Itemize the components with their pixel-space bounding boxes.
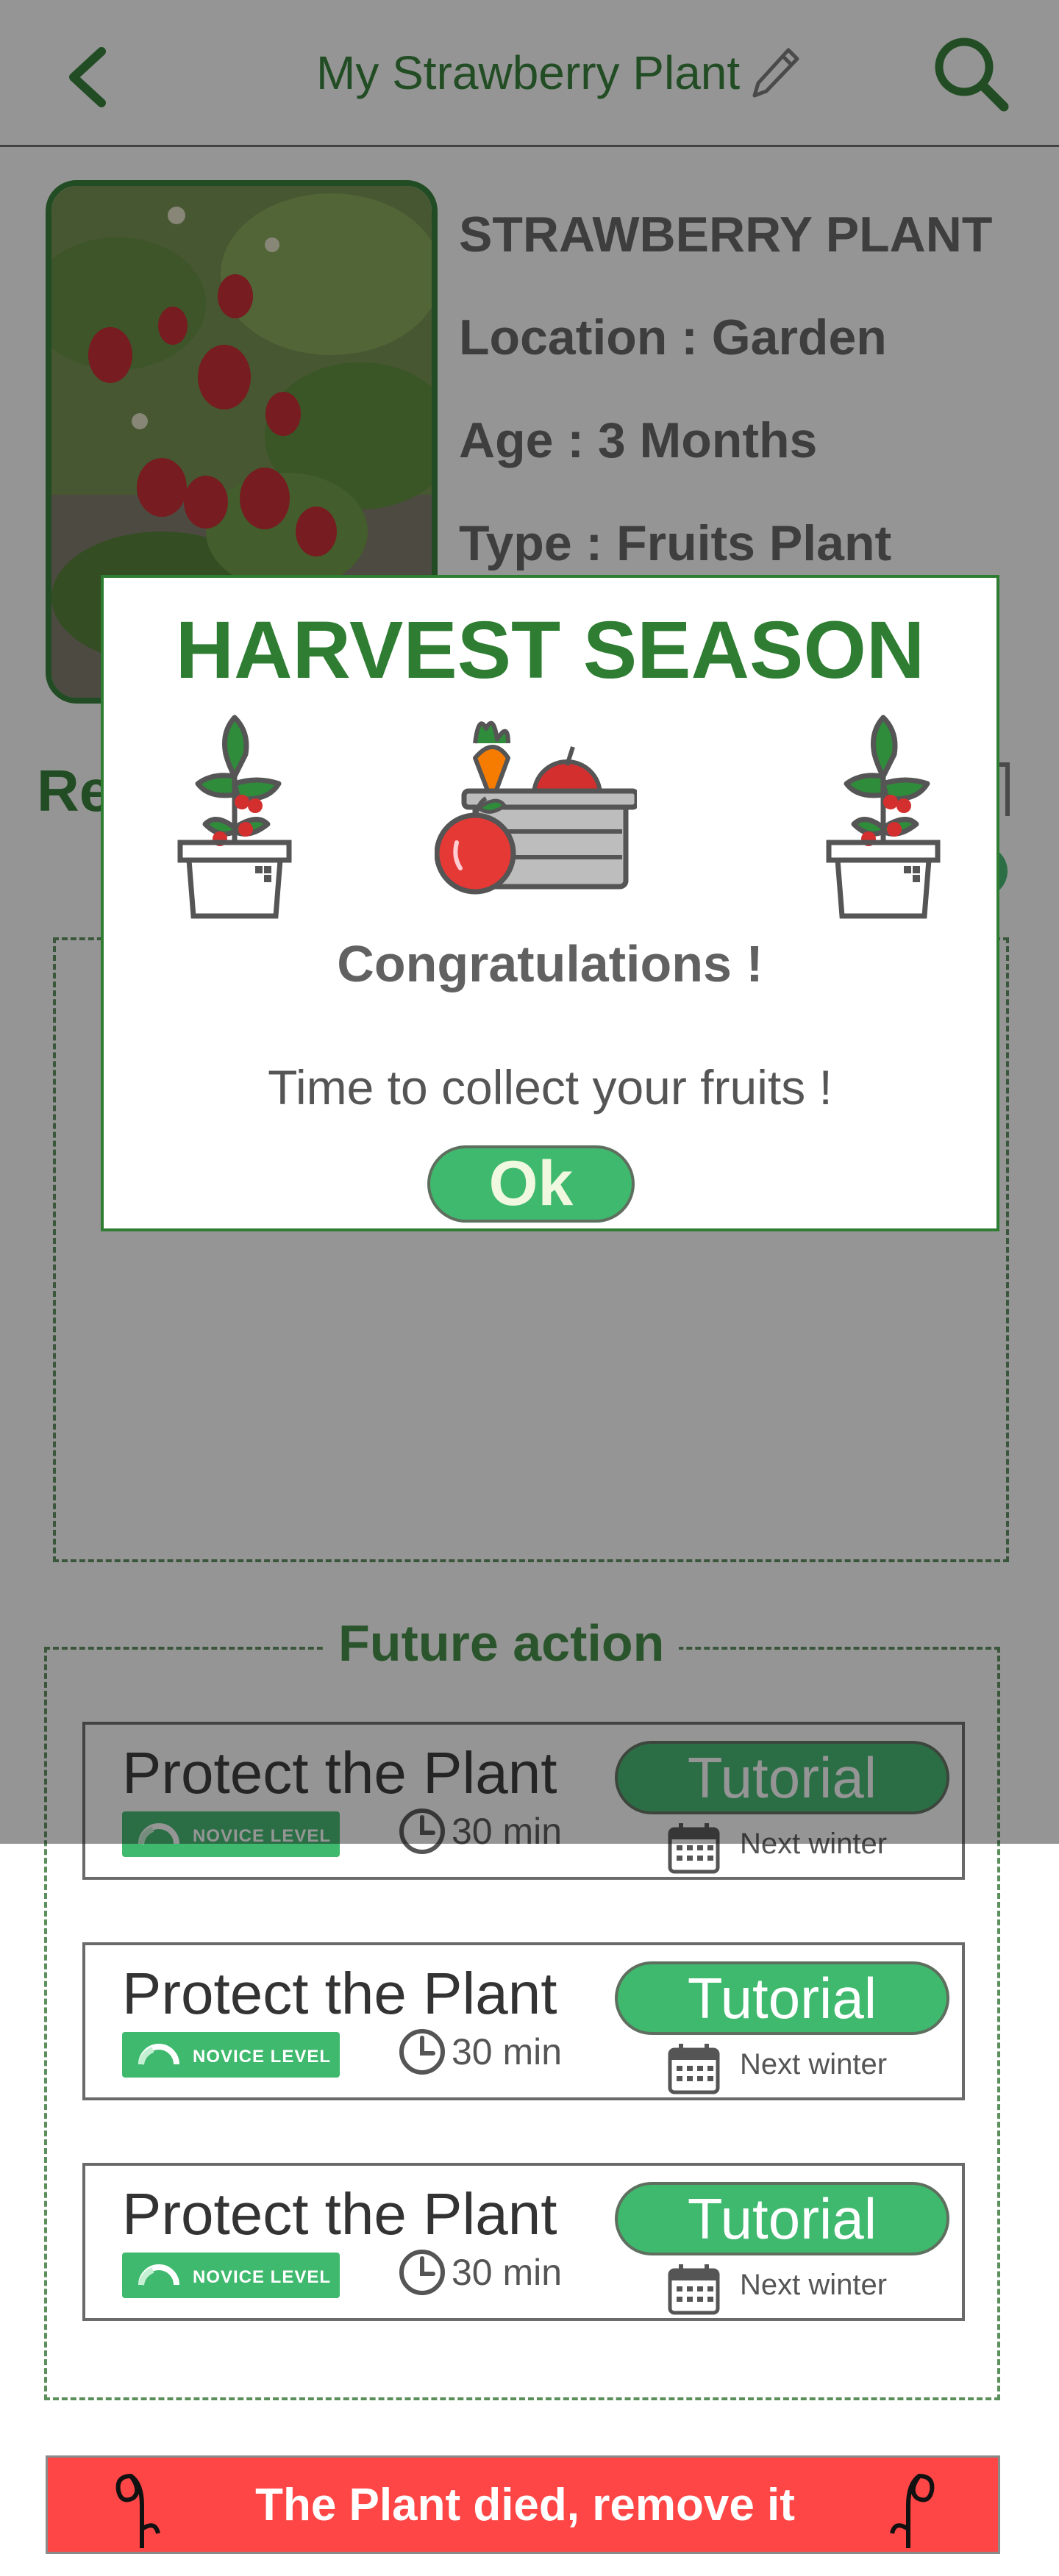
harvest-modal: HARVEST SEASON Congratulations ! Time to… <box>101 575 999 1231</box>
when-text: Next winter <box>740 2269 888 2301</box>
duration-text: 30 min <box>452 2031 563 2072</box>
calendar-icon <box>668 2264 720 2315</box>
potted-plant-icon <box>177 715 292 919</box>
level-badge: NOVICE LEVEL <box>122 2253 340 2298</box>
level-text: NOVICE LEVEL <box>193 2267 332 2287</box>
tutorial-button[interactable]: Tutorial <box>615 1961 949 2035</box>
remove-plant-button[interactable]: The Plant died, remove it <box>46 2455 1000 2554</box>
action-title: Protect the Plant <box>122 1961 557 2026</box>
clock-icon <box>399 2250 445 2295</box>
tutorial-button[interactable]: Tutorial <box>615 2182 949 2255</box>
action-title: Protect the Plant <box>122 2181 557 2247</box>
remove-plant-label: The Plant died, remove it <box>255 2480 795 2530</box>
harvest-basket-icon <box>435 720 637 895</box>
level-gauge-icon <box>138 2264 179 2286</box>
when-text: Next winter <box>740 2048 888 2081</box>
level-gauge-icon <box>138 2044 179 2065</box>
level-text: NOVICE LEVEL <box>193 2047 332 2067</box>
clock-icon <box>399 2029 445 2075</box>
congrats-text: Congratulations ! <box>337 935 763 992</box>
action-card: Protect the Plant NOVICE LEVEL 30 min Tu… <box>82 1942 965 2100</box>
calendar-icon <box>668 2044 720 2094</box>
modal-message: Time to collect your fruits ! <box>268 1060 832 1115</box>
wilted-plant-icon <box>890 2473 935 2548</box>
action-card: Protect the Plant NOVICE LEVEL 30 min Tu… <box>82 2163 965 2321</box>
modal-title: HARVEST SEASON <box>175 605 925 695</box>
ok-button[interactable]: Ok <box>427 1145 635 1223</box>
potted-plant-icon <box>826 715 941 919</box>
level-badge: NOVICE LEVEL <box>122 2032 340 2078</box>
duration-text: 30 min <box>452 2252 563 2293</box>
